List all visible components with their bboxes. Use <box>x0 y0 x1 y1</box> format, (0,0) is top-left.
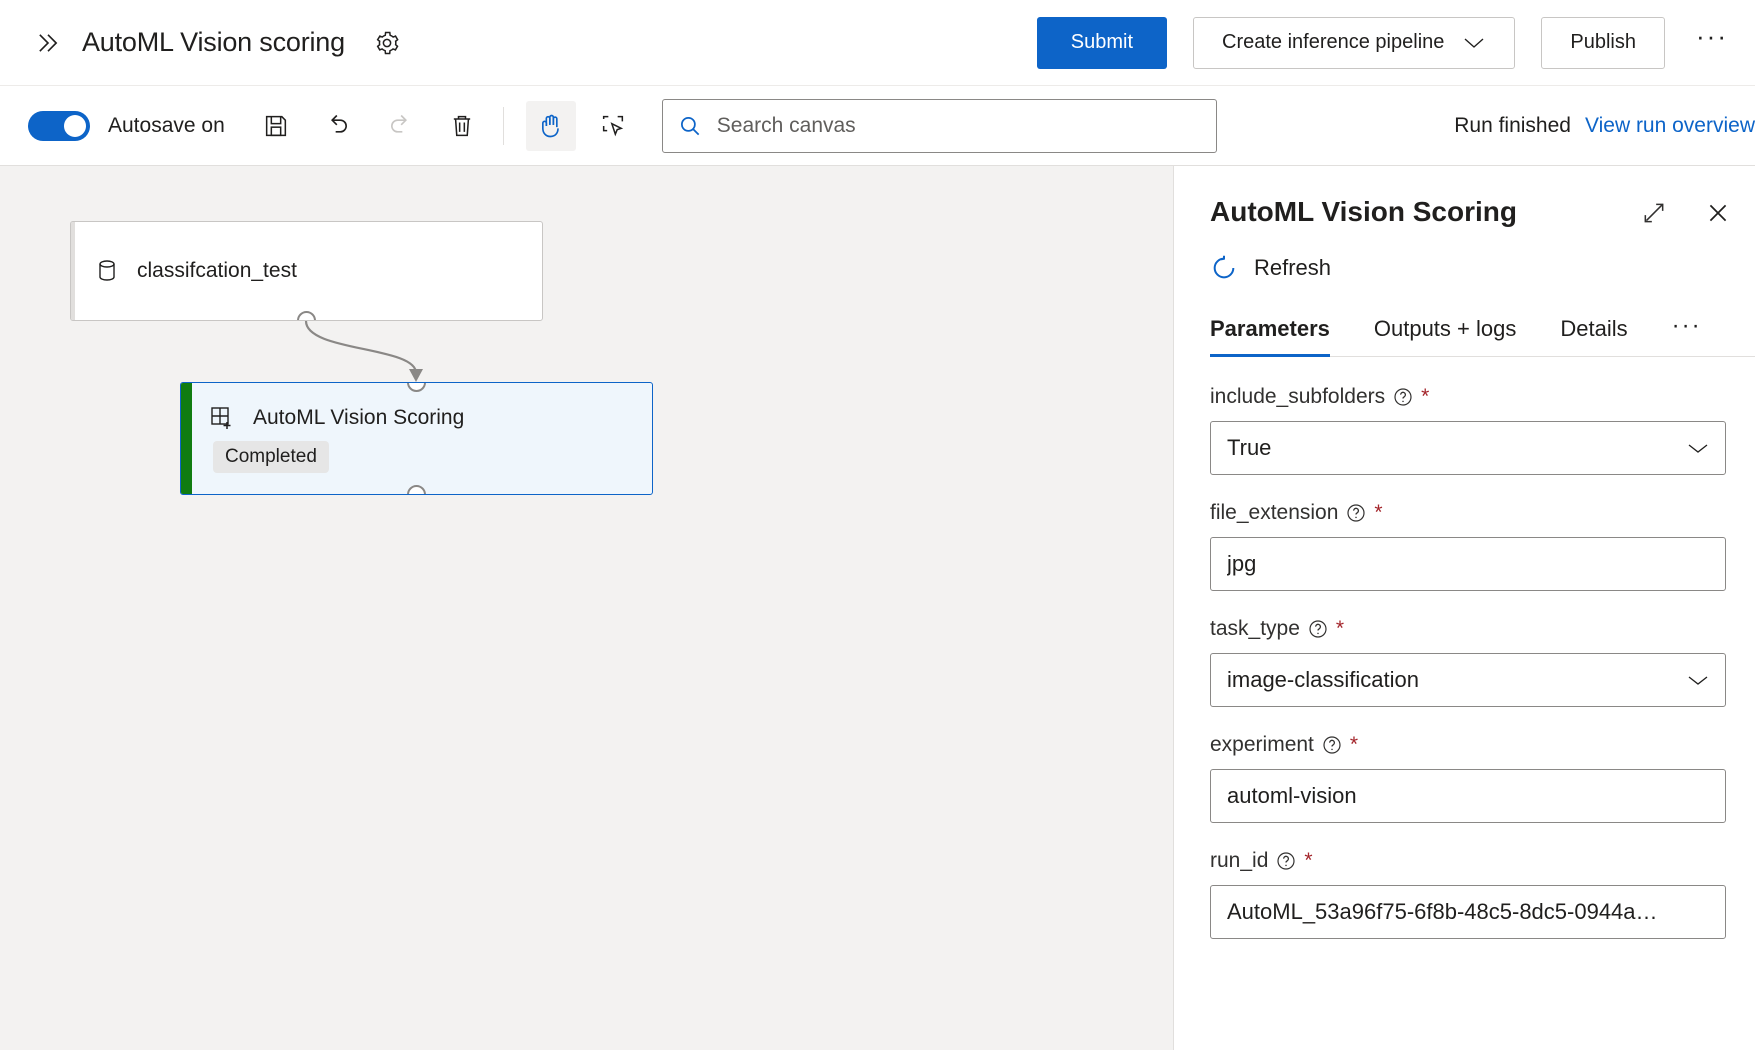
field-label: run_id <box>1210 849 1269 872</box>
run-status-text: Run finished <box>1454 113 1571 137</box>
help-circle-icon[interactable] <box>1322 735 1342 755</box>
field-label: experiment <box>1210 733 1314 756</box>
app-header: AutoML Vision scoring Submit Create infe… <box>0 0 1755 86</box>
run-id-input[interactable]: AutoML_53a96f75-6f8b-48c5-8dc5-0944a… <box>1210 885 1726 939</box>
chevron-down-icon <box>1687 442 1709 455</box>
panel-header: AutoML Vision Scoring <box>1174 166 1755 228</box>
hand-pan-icon[interactable] <box>525 100 576 151</box>
autosave-label: Autosave on <box>108 113 225 137</box>
field-label-row: file_extension * <box>1210 501 1719 525</box>
chevron-down-icon <box>1462 36 1486 50</box>
search-input[interactable] <box>716 99 1202 152</box>
dropdown-value: True <box>1227 435 1272 460</box>
header-overflow-menu-button[interactable]: ··· <box>1691 21 1733 64</box>
field-label-row: experiment * <box>1210 733 1719 757</box>
field-label-row: task_type * <box>1210 617 1719 641</box>
input-value: AutoML_53a96f75-6f8b-48c5-8dc5-0944a… <box>1227 899 1658 924</box>
create-inference-pipeline-button[interactable]: Create inference pipeline <box>1193 16 1516 69</box>
redo-icon <box>375 101 425 151</box>
field-label: include_subfolders <box>1210 385 1386 408</box>
field-label-row: run_id * <box>1210 849 1719 873</box>
field-experiment: experiment * automl-vision <box>1210 733 1726 823</box>
field-file-extension: file_extension * jpg <box>1210 501 1726 591</box>
help-circle-icon[interactable] <box>1276 851 1296 871</box>
refresh-label: Refresh <box>1254 255 1332 280</box>
field-run-id: run_id * AutoML_53a96f75-6f8b-48c5-8dc5-… <box>1210 849 1726 939</box>
parameters-form: include_subfolders * True file_extension… <box>1174 357 1755 939</box>
pipeline-canvas[interactable]: classifcation_test AutoML Vision Scoring… <box>0 166 1173 1050</box>
node-title: classifcation_test <box>137 259 297 282</box>
node-accent-bar <box>71 222 75 320</box>
page-title: AutoML Vision scoring <box>82 27 345 57</box>
panel-header-icons <box>1639 198 1733 228</box>
node-output-port[interactable] <box>407 485 426 494</box>
required-asterisk: * <box>1304 849 1313 872</box>
run-status-area: Run finished View run overview <box>1454 114 1755 138</box>
field-include-subfolders: include_subfolders * True <box>1210 385 1726 475</box>
tab-parameters[interactable]: Parameters <box>1210 316 1330 357</box>
tab-details[interactable]: Details <box>1560 316 1627 356</box>
refresh-button[interactable]: Refresh <box>1210 254 1331 282</box>
undo-icon[interactable] <box>313 101 363 151</box>
task-type-dropdown[interactable]: image-classification <box>1210 653 1726 707</box>
status-badge: Completed <box>213 441 329 473</box>
required-asterisk: * <box>1374 501 1383 524</box>
help-circle-icon[interactable] <box>1393 387 1413 407</box>
database-icon <box>95 258 119 284</box>
view-run-overview-link[interactable]: View run overview <box>1585 114 1755 138</box>
field-task-type: task_type * image-classification <box>1210 617 1726 707</box>
file-extension-input[interactable]: jpg <box>1210 537 1726 591</box>
search-canvas-box[interactable] <box>661 98 1217 153</box>
gear-icon[interactable] <box>367 23 407 63</box>
input-value: jpg <box>1227 551 1257 576</box>
trash-icon[interactable] <box>437 101 487 151</box>
help-circle-icon[interactable] <box>1346 503 1366 523</box>
module-details-panel: AutoML Vision Scoring Refresh Parameters… <box>1173 166 1755 1050</box>
required-asterisk: * <box>1335 617 1345 640</box>
node-title: AutoML Vision Scoring <box>253 406 465 429</box>
tab-outputs-logs[interactable]: Outputs + logs <box>1374 316 1516 356</box>
field-label-row: include_subfolders * <box>1210 385 1719 409</box>
submit-button[interactable]: Submit <box>1036 16 1168 69</box>
dropdown-value: image-classification <box>1227 667 1419 692</box>
chevron-down-icon <box>1687 674 1709 687</box>
panel-tabs: Parameters Outputs + logs Details ··· <box>1210 312 1755 357</box>
marquee-select-icon[interactable] <box>588 101 638 151</box>
header-actions: Submit Create inference pipeline Publish… <box>1036 16 1755 69</box>
toolbar-divider <box>502 106 504 145</box>
tabs-overflow-button[interactable]: ··· <box>1672 312 1702 356</box>
autosave-toggle[interactable]: Autosave on <box>28 110 225 141</box>
canvas-node-dataset[interactable]: classifcation_test <box>70 221 543 321</box>
close-icon[interactable] <box>1703 198 1733 228</box>
node-output-port[interactable] <box>297 311 316 320</box>
node-header: classifcation_test <box>71 258 297 284</box>
input-value: automl-vision <box>1227 783 1357 808</box>
experiment-input[interactable]: automl-vision <box>1210 769 1726 823</box>
include-subfolders-dropdown[interactable]: True <box>1210 421 1726 475</box>
required-asterisk: * <box>1349 733 1359 756</box>
app-root: AutoML Vision scoring Submit Create infe… <box>0 0 1755 1050</box>
chevron-double-right-icon[interactable] <box>30 25 66 61</box>
expand-diagonal-icon[interactable] <box>1639 198 1669 228</box>
publish-label: Publish <box>1570 31 1636 53</box>
save-icon[interactable] <box>251 101 301 151</box>
create-inference-pipeline-label: Create inference pipeline <box>1222 31 1445 53</box>
field-label: task_type <box>1210 617 1300 640</box>
autosave-toggle-switch[interactable] <box>28 110 90 141</box>
module-grid-plus-icon <box>209 405 235 431</box>
search-icon <box>677 113 703 139</box>
refresh-icon <box>1210 254 1238 282</box>
node-status-accent-bar <box>181 383 192 494</box>
help-circle-icon[interactable] <box>1308 619 1328 639</box>
publish-button[interactable]: Publish <box>1541 16 1665 69</box>
required-asterisk: * <box>1421 385 1430 408</box>
canvas-node-module[interactable]: AutoML Vision Scoring Completed <box>180 382 653 495</box>
canvas-toolbar: Autosave on Search canvas Run finished V… <box>0 86 1755 166</box>
field-label: file_extension <box>1210 501 1339 524</box>
